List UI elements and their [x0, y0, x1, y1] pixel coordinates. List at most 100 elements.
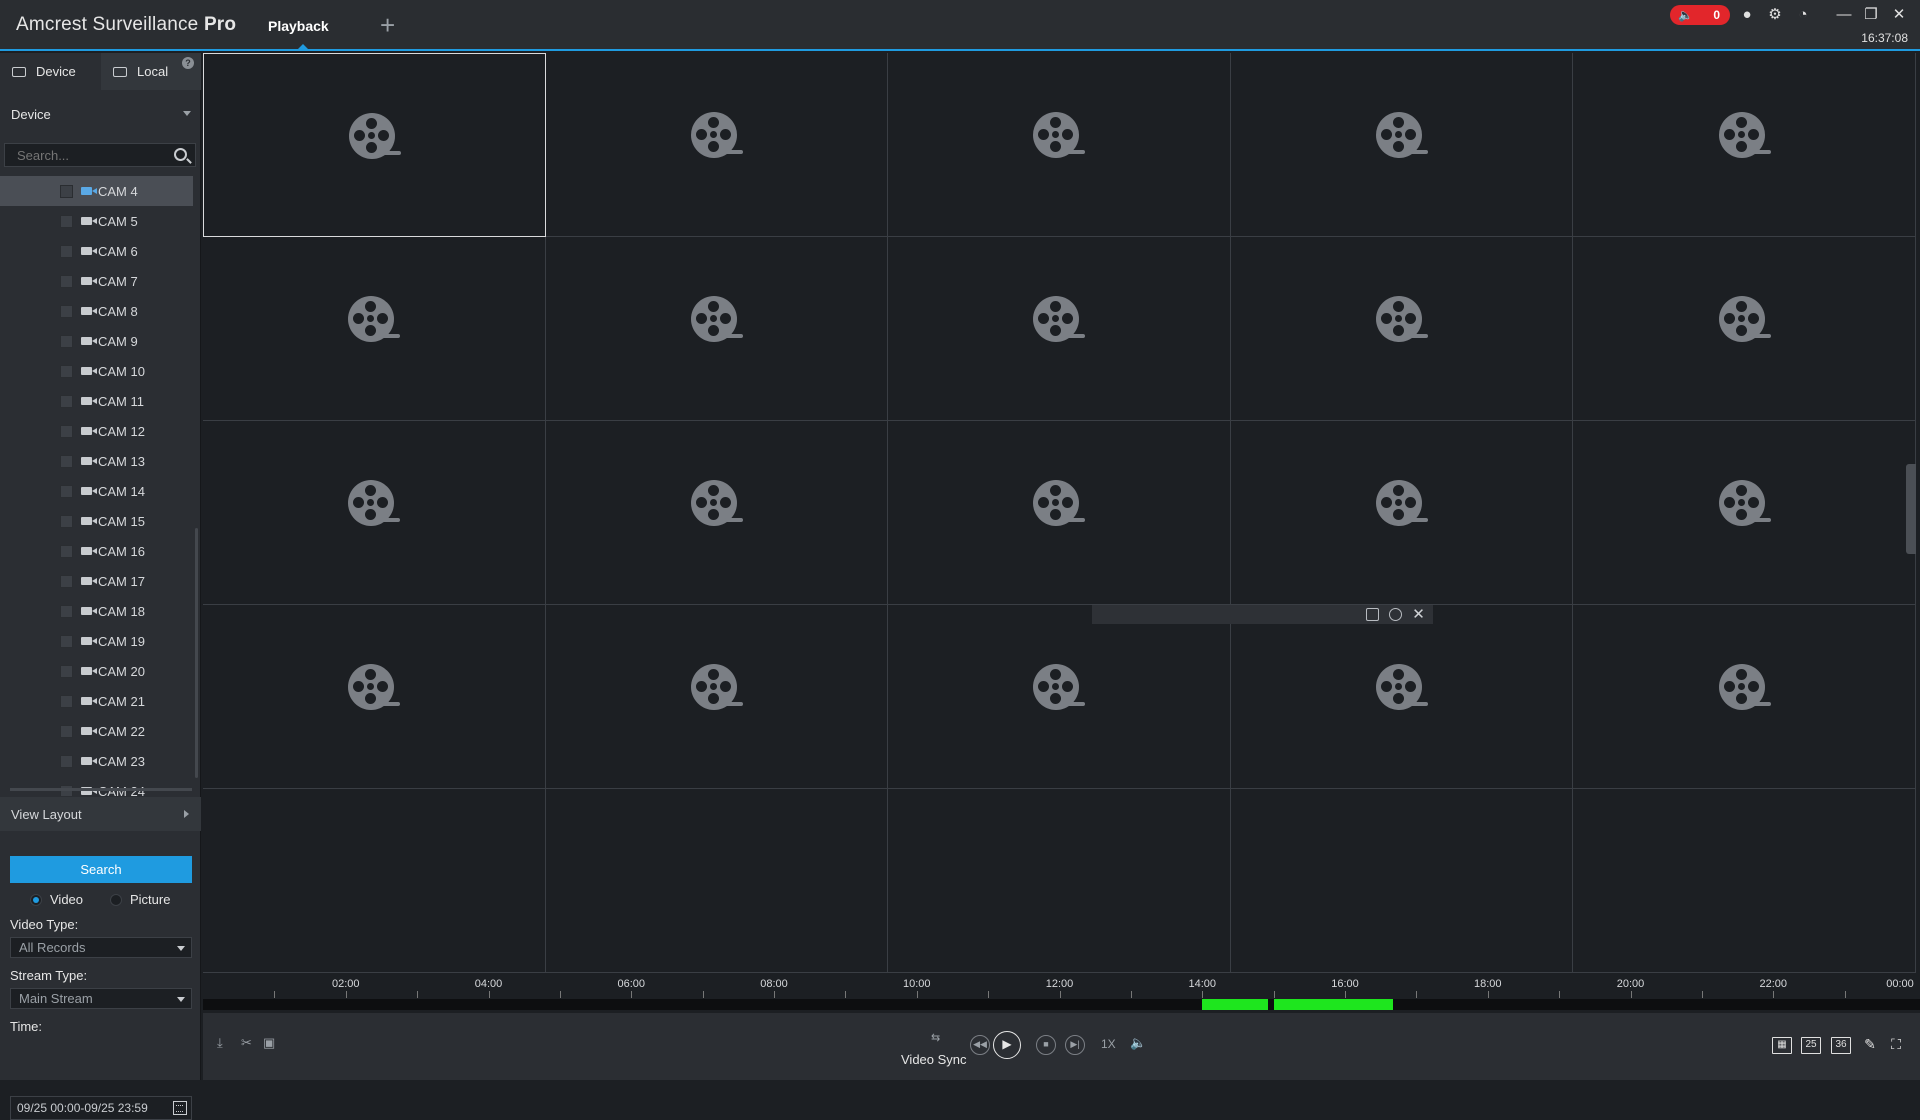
search-icon[interactable] — [174, 148, 187, 161]
camera-checkbox[interactable] — [60, 514, 73, 528]
video-cell[interactable] — [1573, 53, 1916, 237]
clip-icon[interactable]: ✂ — [241, 1035, 252, 1051]
search-input[interactable] — [5, 147, 165, 163]
camera-item[interactable]: CAM 10 — [0, 356, 193, 386]
camera-checkbox[interactable] — [60, 754, 73, 768]
video-cell[interactable] — [1230, 237, 1574, 421]
sync-icon[interactable]: ⇆ — [931, 1031, 940, 1044]
video-cell[interactable] — [203, 605, 546, 789]
camera-checkbox[interactable] — [60, 394, 73, 408]
video-cell[interactable] — [545, 421, 889, 605]
speed-label[interactable]: 1X — [1101, 1037, 1116, 1051]
edit-icon[interactable]: ✎ — [1861, 1037, 1879, 1054]
video-type-select[interactable]: All Records — [10, 937, 192, 958]
camera-checkbox[interactable] — [60, 724, 73, 738]
camera-checkbox[interactable] — [60, 304, 73, 318]
camera-item[interactable]: CAM 24 — [0, 776, 193, 796]
camera-item[interactable]: CAM 19 — [0, 626, 193, 656]
camera-checkbox[interactable] — [60, 274, 73, 288]
camera-checkbox[interactable] — [60, 424, 73, 438]
time-range-field[interactable]: 09/25 00:00-09/25 23:59 — [10, 1096, 192, 1120]
video-cell[interactable] — [203, 789, 546, 973]
radio-picture[interactable]: Picture — [110, 892, 170, 907]
camera-item[interactable]: CAM 14 — [0, 476, 193, 506]
camera-checkbox[interactable] — [60, 484, 73, 498]
video-cell[interactable] — [203, 53, 546, 237]
restore-icon[interactable]: ❐ — [1862, 6, 1880, 24]
calendar-icon[interactable] — [173, 1101, 187, 1115]
camera-item[interactable]: CAM 15 — [0, 506, 193, 536]
rewind-icon[interactable]: ◀◀ — [970, 1035, 990, 1055]
video-cell[interactable] — [888, 605, 1231, 789]
camera-checkbox[interactable] — [60, 244, 73, 258]
video-cell[interactable] — [203, 237, 546, 421]
camera-checkbox[interactable] — [60, 454, 73, 468]
camera-item[interactable]: CAM 21 — [0, 686, 193, 716]
dashboard-icon[interactable]: ◔ — [1794, 6, 1812, 24]
video-cell[interactable] — [1573, 237, 1916, 421]
close-icon[interactable]: ✕ — [1890, 6, 1908, 24]
gear-icon[interactable]: ⚙ — [1766, 6, 1784, 24]
video-cell[interactable] — [1573, 789, 1916, 973]
layout-grid-icon[interactable]: ▦ — [1772, 1037, 1792, 1054]
camera-checkbox[interactable] — [60, 574, 73, 588]
video-cell[interactable] — [888, 53, 1231, 237]
radio-video[interactable]: Video — [30, 892, 83, 907]
play-button[interactable]: ▶ — [993, 1031, 1021, 1059]
tab-playback[interactable]: Playback — [268, 18, 329, 34]
camera-item[interactable]: CAM 8 — [0, 296, 193, 326]
camera-item[interactable]: CAM 4 — [0, 176, 193, 206]
list-scrollbar[interactable] — [195, 528, 198, 778]
video-cell[interactable] — [888, 421, 1231, 605]
video-cell[interactable] — [203, 421, 546, 605]
help-icon[interactable]: ? — [182, 57, 194, 69]
collapse-panel-handle[interactable] — [1906, 464, 1916, 554]
camera-item[interactable]: CAM 11 — [0, 386, 193, 416]
camera-item[interactable]: CAM 12 — [0, 416, 193, 446]
mute-icon[interactable]: 🔈 — [1130, 1035, 1146, 1051]
add-tab-button[interactable]: + — [380, 12, 395, 38]
camera-item[interactable]: CAM 13 — [0, 446, 193, 476]
camera-item[interactable]: CAM 22 — [0, 716, 193, 746]
camera-item[interactable]: CAM 17 — [0, 566, 193, 596]
camera-checkbox[interactable] — [60, 334, 73, 348]
video-cell[interactable] — [545, 53, 889, 237]
view-layout-section[interactable]: View Layout — [0, 797, 201, 831]
layout-36-button[interactable]: 36 — [1831, 1037, 1851, 1054]
camera-checkbox[interactable] — [60, 664, 73, 678]
camera-item[interactable]: CAM 7 — [0, 266, 193, 296]
user-icon[interactable]: ● — [1738, 6, 1756, 24]
camera-item[interactable]: CAM 6 — [0, 236, 193, 266]
fullscreen-icon[interactable]: ⛶ — [1887, 1037, 1905, 1054]
camera-item[interactable]: CAM 18 — [0, 596, 193, 626]
device-dropdown[interactable]: Device — [0, 98, 201, 130]
snapshot-region-icon[interactable]: ▣ — [263, 1035, 275, 1051]
video-cell[interactable] — [1573, 605, 1916, 789]
video-cell[interactable] — [1230, 605, 1574, 789]
camera-checkbox[interactable] — [60, 634, 73, 648]
video-cell[interactable] — [1230, 789, 1574, 973]
camera-checkbox[interactable] — [60, 184, 73, 198]
video-cell[interactable] — [1230, 53, 1574, 237]
stop-icon[interactable]: ■ — [1036, 1035, 1056, 1055]
camera-checkbox[interactable] — [60, 214, 73, 228]
download-icon[interactable]: ⤓ — [217, 1035, 223, 1051]
zoom-in-icon[interactable] — [1389, 608, 1402, 621]
camera-item[interactable]: CAM 23 — [0, 746, 193, 776]
video-cell[interactable] — [1573, 421, 1916, 605]
video-cell[interactable] — [888, 789, 1231, 973]
video-cell[interactable] — [1230, 421, 1574, 605]
camera-item[interactable]: CAM 20 — [0, 656, 193, 686]
camera-checkbox[interactable] — [60, 364, 73, 378]
camera-item[interactable]: CAM 9 — [0, 326, 193, 356]
camera-checkbox[interactable] — [60, 604, 73, 618]
record-segment[interactable] — [1273, 999, 1393, 1010]
camera-item[interactable]: CAM 16 — [0, 536, 193, 566]
stream-type-select[interactable]: Main Stream — [10, 988, 192, 1009]
camera-snapshot-icon[interactable] — [1366, 608, 1379, 621]
list-horizontal-scrollbar[interactable] — [10, 788, 192, 791]
camera-checkbox[interactable] — [60, 544, 73, 558]
camera-checkbox[interactable] — [60, 694, 73, 708]
video-cell[interactable] — [545, 237, 889, 421]
record-segment[interactable] — [1202, 999, 1268, 1010]
